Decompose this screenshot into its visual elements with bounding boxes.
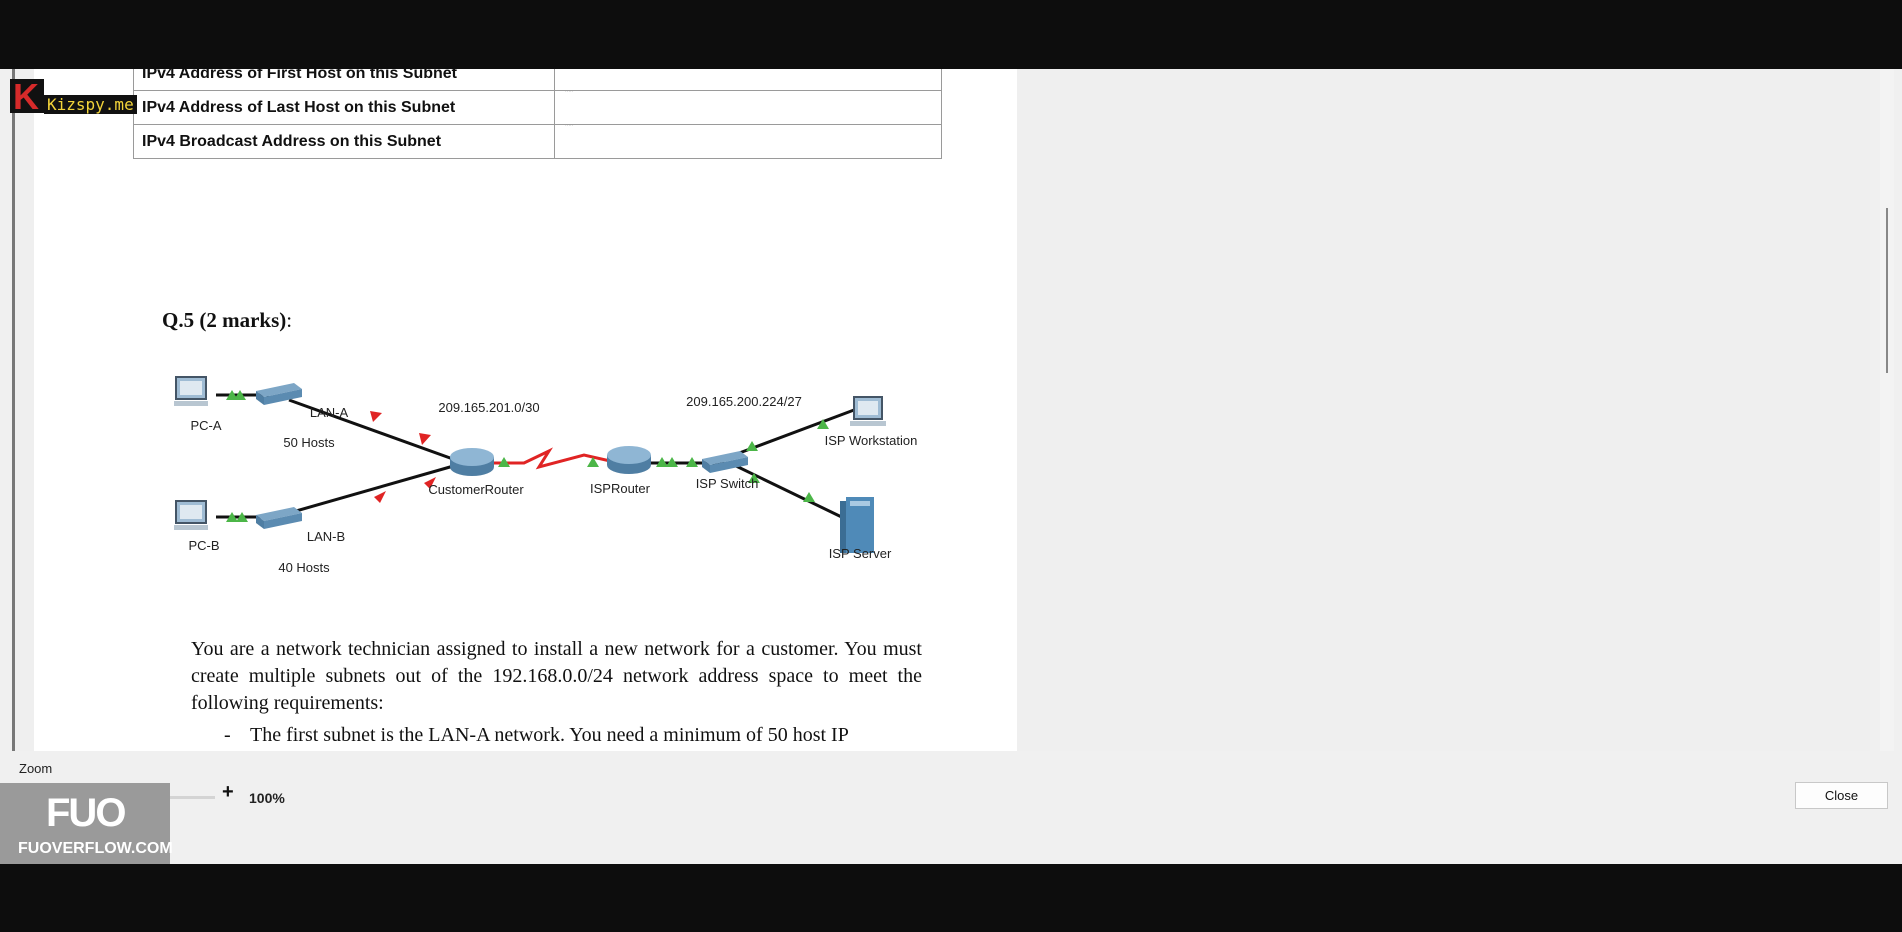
label-pc-b: PC-B — [188, 538, 219, 553]
requirements-paragraph: You are a network technician assigned to… — [191, 638, 922, 714]
isp-router-icon[interactable] — [607, 446, 651, 474]
table-cell-label: IPv4 Broadcast Address on this Subnet — [133, 124, 555, 159]
customer-router-icon[interactable] — [450, 448, 494, 476]
letterbox-top — [0, 0, 1902, 69]
link-up-marker — [803, 492, 815, 502]
label-isp-router: ISPRouter — [590, 481, 651, 496]
zoom-label: Zoom — [19, 761, 53, 776]
table-cell-label: IPv4 Address of Last Host on this Subnet — [133, 90, 555, 125]
table-cell-answer[interactable]: ····· — [554, 89, 942, 125]
question-heading: Q.5 (2 marks): — [162, 308, 292, 333]
requirement-bullet: - The first subnet is the LAN-A network.… — [224, 724, 849, 747]
fuo-logo-text: FUO — [46, 791, 126, 835]
kizspy-watermark-text: Kizspy.me — [44, 95, 137, 114]
label-lan-a-hosts: 50 Hosts — [283, 435, 335, 450]
bullet-dash: - — [224, 724, 231, 746]
label-isp-switch: ISP Switch — [696, 476, 759, 491]
network-topology-diagram: PC-A LAN-A 50 Hosts PC-B LAN-B 40 Hosts … — [174, 376, 918, 575]
table-cell-label: IPv4 Address of First Host on this Subne… — [133, 69, 555, 91]
document-viewport[interactable]: IPv4 Address of First Host on this Subne… — [12, 69, 1894, 751]
isp-workstation-icon[interactable] — [850, 396, 886, 426]
table-row: IPv4 Address of Last Host on this Subnet… — [133, 89, 942, 125]
answer-placeholder: ····· — [565, 89, 574, 95]
label-isp-server: ISP Server — [829, 546, 892, 561]
answer-placeholder: ····· — [565, 123, 574, 129]
close-button[interactable]: Close — [1795, 782, 1888, 809]
table-row: IPv4 Broadcast Address on this Subnet ··… — [133, 123, 942, 159]
link-down-marker — [374, 491, 386, 503]
label-link-isp-lan: 209.165.200.224/27 — [686, 394, 802, 409]
fuo-site-text: FUOVERFLOW.COM — [18, 840, 173, 857]
label-isp-workstation: ISP Workstation — [825, 433, 918, 448]
fuoverflow-watermark-logo: FUO FUOVERFLOW.COM — [0, 783, 173, 864]
pc-a-icon[interactable] — [174, 376, 208, 406]
link-switch-server — [733, 463, 855, 525]
subnet-table: IPv4 Address of First Host on this Subne… — [133, 69, 942, 159]
bullet-text: The first subnet is the LAN-A network. Y… — [250, 724, 849, 746]
table-row: IPv4 Address of First Host on this Subne… — [133, 69, 942, 91]
pc-b-icon[interactable] — [174, 500, 208, 530]
table-cell-answer[interactable]: ····· — [554, 69, 942, 91]
label-lan-b-hosts: 40 Hosts — [278, 560, 330, 575]
document-page: IPv4 Address of First Host on this Subne… — [34, 69, 1017, 751]
label-lan-a: LAN-A — [310, 405, 349, 420]
zoom-value: 100% — [249, 790, 285, 806]
label-link-customer-isp: 209.165.201.0/30 — [438, 400, 539, 415]
kizspy-logo-letter: K — [13, 76, 39, 117]
document-viewer-window: IPv4 Address of First Host on this Subne… — [0, 69, 1902, 864]
scrollbar-thumb[interactable] — [1886, 208, 1888, 373]
question-title: Q.5 (2 marks) — [162, 308, 287, 332]
label-customer-router: CustomerRouter — [428, 482, 524, 497]
isp-server-icon[interactable] — [840, 497, 874, 553]
link-down-marker — [370, 411, 382, 422]
kizspy-logo-icon: K — [10, 76, 44, 117]
table-cell-answer[interactable]: ····· — [554, 123, 942, 159]
label-pc-a: PC-A — [190, 418, 221, 433]
zoom-in-button[interactable]: + — [222, 781, 234, 804]
lan-b-switch-icon[interactable] — [256, 507, 302, 529]
question-colon: : — [286, 308, 293, 332]
link-down-marker — [419, 433, 431, 445]
vertical-scrollbar[interactable] — [1880, 69, 1894, 751]
letterbox-bottom — [0, 864, 1902, 932]
label-lan-b: LAN-B — [307, 529, 345, 544]
